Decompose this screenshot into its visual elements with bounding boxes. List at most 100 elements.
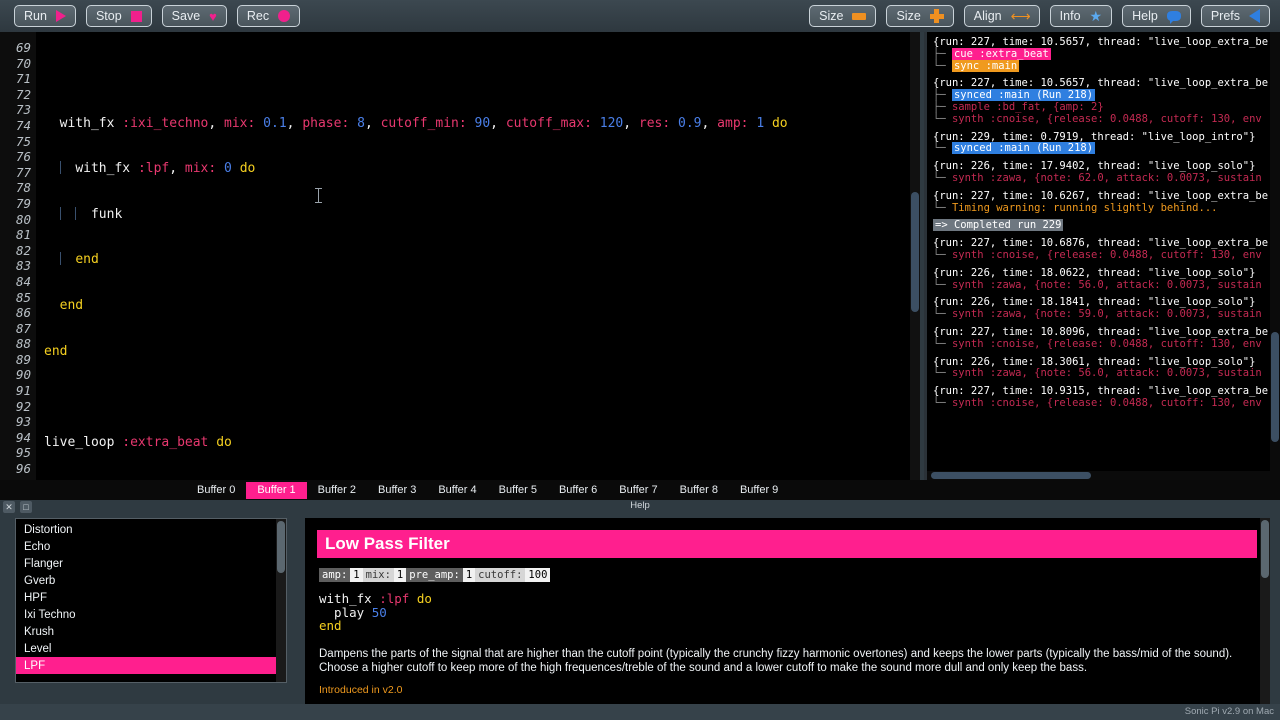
code-line[interactable]: end [44,298,920,314]
tree-branch-icon: └─ [933,308,952,320]
info-button[interactable]: Info ★ [1050,5,1112,27]
doc-code-note: 50 [372,605,387,620]
help-list-item-lpf[interactable]: LPF [16,657,286,674]
line-number: 76 [0,149,31,165]
help-document[interactable]: Low Pass Filter amp: 1 mix: 1 pre_amp: 1… [305,518,1270,704]
line-number: 85 [0,290,31,306]
line-number: 89 [0,352,31,368]
run-button[interactable]: Run [14,5,76,27]
log-entry: => Completed run 229 [933,220,1276,232]
code-line[interactable]: with_fx :lpf, mix: 0 do [44,161,920,177]
log-vertical-scrollbar[interactable] [1270,32,1280,480]
minus-icon [852,13,866,20]
doc-parameter-chips: amp: 1 mix: 1 pre_amp: 1 cutoff: 100 [319,568,1270,582]
line-number-gutter: 6970717273747576777879808182838485868788… [0,32,36,480]
param-key-amp: amp: [319,568,350,582]
line-number: 78 [0,180,31,196]
editor-vertical-scrollbar[interactable] [910,32,920,480]
help-list-item-distortion[interactable]: Distortion [16,521,286,538]
doc-code-end: end [319,618,342,633]
log-entry-line: ├─ cue :extra_beat [933,49,1276,61]
help-list-item-flanger[interactable]: Flanger [16,555,286,572]
code-line[interactable] [44,389,920,405]
size-decrease-label: Size [819,10,843,23]
help-list-item-gverb[interactable]: Gverb [16,572,286,589]
doc-scroll-thumb[interactable] [1261,520,1269,578]
code-line[interactable]: end [44,252,920,268]
log-entry-text: sync :main [952,60,1019,72]
size-increase-button[interactable]: Size [886,5,953,27]
sonic-pi-window: Run Stop Save ♥ Rec Size Size [0,0,1280,720]
rec-button[interactable]: Rec [237,5,300,27]
log-entry: {run: 227, time: 10.5657, thread: "live_… [933,78,1276,125]
log-scroll-thumb[interactable] [1271,332,1279,442]
tab-buffer-4[interactable]: Buffer 4 [427,482,487,499]
help-list-item-ixi-techno[interactable]: Ixi Techno [16,606,286,623]
heart-icon: ♥ [209,11,217,22]
align-button[interactable]: Align ⟷ [964,5,1040,27]
help-fx-list[interactable]: DistortionEchoFlangerGverbHPFIxi TechnoK… [15,518,287,683]
doc-scrollbar[interactable] [1260,518,1270,704]
record-icon [278,10,290,22]
stop-button[interactable]: Stop [86,5,152,27]
help-button[interactable]: Help [1122,5,1191,27]
log-entry: {run: 226, time: 18.1841, thread: "live_… [933,297,1276,321]
line-number: 91 [0,383,31,399]
tab-buffer-7[interactable]: Buffer 7 [608,482,668,499]
size-decrease-button[interactable]: Size [809,5,876,27]
tab-buffer-0[interactable]: Buffer 0 [186,482,246,499]
tab-buffer-8[interactable]: Buffer 8 [669,482,729,499]
log-entry-line: └─ synth :cnoise, {release: 0.0488, cuto… [933,339,1276,351]
help-list-item-echo[interactable]: Echo [16,538,286,555]
line-number: 92 [0,399,31,415]
log-panel[interactable]: {run: 227, time: 10.5657, thread: "live_… [924,32,1280,480]
log-entry: {run: 229, time: 0.7919, thread: "live_l… [933,132,1276,156]
help-list-scrollbar[interactable] [276,519,286,682]
help-button-label: Help [1132,10,1158,23]
log-entry-text: sample :bd_fat, {amp: 2} [952,101,1104,113]
prefs-button[interactable]: Prefs [1201,5,1270,27]
doc-description: Dampens the parts of the signal that are… [319,647,1254,675]
help-fx-list-items: DistortionEchoFlangerGverbHPFIxi TechnoK… [16,519,286,674]
line-number: 84 [0,274,31,290]
tree-branch-icon: └─ [933,60,952,72]
log-entry-line: └─ synth :cnoise, {release: 0.0488, cuto… [933,398,1276,410]
tab-buffer-5[interactable]: Buffer 5 [488,482,548,499]
line-number: 86 [0,305,31,321]
log-entry: {run: 227, time: 10.5657, thread: "live_… [933,37,1276,72]
help-list-item-krush[interactable]: Krush [16,623,286,640]
log-entry-line: └─ synth :zawa, {note: 62.0, attack: 0.0… [933,173,1276,185]
param-key-preamp: pre_amp: [406,568,463,582]
log-horizontal-scrollbar[interactable] [927,471,1280,480]
code-line[interactable]: end [44,344,920,360]
tab-buffer-9[interactable]: Buffer 9 [729,482,789,499]
log-entry-text: synth :cnoise, {release: 0.0488, cutoff:… [952,249,1262,261]
help-list-scroll-thumb[interactable] [277,521,285,573]
tab-buffer-2[interactable]: Buffer 2 [307,482,367,499]
tab-buffer-6[interactable]: Buffer 6 [548,482,608,499]
line-number: 72 [0,87,31,103]
log-entry: {run: 226, time: 17.9402, thread: "live_… [933,161,1276,185]
main-toolbar: Run Stop Save ♥ Rec Size Size [0,0,1280,32]
code-line[interactable] [44,70,920,86]
log-entry-line: └─ synth :cnoise, {release: 0.0488, cuto… [933,114,1276,126]
tree-branch-icon: └─ [933,249,952,261]
code-line[interactable]: with_fx :ixi_techno, mix: 0.1, phase: 8,… [44,116,920,132]
line-number: 82 [0,243,31,259]
tab-buffer-1[interactable]: Buffer 1 [246,482,306,499]
code-content[interactable]: with_fx :ixi_techno, mix: 0.1, phase: 8,… [36,32,920,480]
line-number: 73 [0,102,31,118]
save-button[interactable]: Save ♥ [162,5,227,27]
editor-scroll-thumb[interactable] [911,192,919,312]
tab-buffer-3[interactable]: Buffer 3 [367,482,427,499]
log-entry: {run: 227, time: 10.6876, thread: "live_… [933,238,1276,262]
log-hscroll-thumb[interactable] [931,472,1091,479]
code-editor[interactable]: 6970717273747576777879808182838485868788… [0,32,920,480]
help-list-item-level[interactable]: Level [16,640,286,657]
help-list-item-hpf[interactable]: HPF [16,589,286,606]
code-line[interactable]: live_loop :extra_beat do [44,435,920,451]
help-panel: ✕ □ Help DistortionEchoFlangerGverbHPFIx… [0,500,1280,704]
param-key-mix: mix: [363,568,394,582]
doc-version-note: Introduced in v2.0 [319,684,1270,696]
code-line[interactable]: funk [44,207,920,223]
